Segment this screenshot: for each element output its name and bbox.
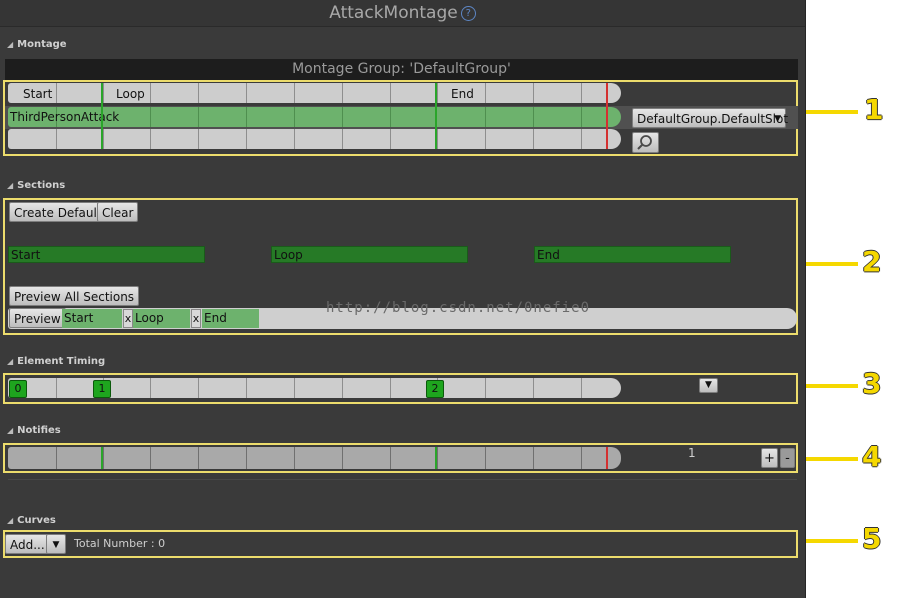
notifies-track[interactable] bbox=[8, 447, 621, 469]
callout-number-1: 1 bbox=[864, 93, 884, 126]
montage-section-header[interactable]: ◢ Montage bbox=[7, 39, 67, 50]
collapse-triangle-icon: ◢ bbox=[7, 181, 14, 190]
search-icon bbox=[637, 135, 652, 150]
track-label-loop: Loop bbox=[116, 87, 145, 101]
window-title: AttackMontage bbox=[329, 3, 458, 23]
chain-remove-button[interactable]: x bbox=[123, 309, 133, 328]
sections-section-header[interactable]: ◢ Sections bbox=[7, 180, 65, 191]
callout-number-2: 2 bbox=[862, 245, 882, 278]
chain-item-start[interactable]: Start bbox=[62, 309, 122, 328]
section-marker-line bbox=[435, 83, 437, 149]
preview-button[interactable]: Preview bbox=[9, 308, 66, 328]
slot-dropdown-label: DefaultGroup.DefaultSlot bbox=[637, 112, 789, 126]
add-curve-button[interactable]: Add... bbox=[5, 534, 50, 554]
callout-line bbox=[806, 262, 858, 266]
montage-group-title: Montage Group: 'DefaultGroup' bbox=[5, 59, 798, 80]
track-label-start: Start bbox=[23, 87, 53, 101]
notifies-section-header[interactable]: ◢ Notifies bbox=[7, 425, 61, 436]
callout-line bbox=[806, 384, 858, 388]
divider bbox=[8, 479, 797, 480]
slot-dropdown[interactable]: DefaultGroup.DefaultSlot ▼ bbox=[632, 108, 789, 128]
collapse-triangle-icon: ◢ bbox=[7, 40, 14, 49]
curve-total-count: Total Number : 0 bbox=[74, 537, 166, 550]
editor-panel: AttackMontage? ◢ Montage Montage Group: '… bbox=[0, 0, 806, 598]
montage-empty-track[interactable] bbox=[8, 129, 621, 149]
section-marker-line bbox=[101, 447, 103, 469]
callout-number-3: 3 bbox=[862, 367, 882, 400]
collapse-triangle-icon: ◢ bbox=[7, 357, 14, 366]
playhead-line bbox=[606, 447, 608, 469]
create-default-button[interactable]: Create Default bbox=[9, 202, 107, 222]
timing-marker[interactable]: 2 bbox=[426, 380, 444, 398]
curves-section-label: Curves bbox=[17, 515, 56, 526]
element-timing-section-header[interactable]: ◢ Element Timing bbox=[7, 356, 105, 367]
search-button[interactable] bbox=[632, 132, 659, 153]
callout-line bbox=[806, 110, 858, 114]
callout-line bbox=[806, 539, 858, 543]
collapse-triangle-icon: ◢ bbox=[7, 516, 14, 525]
notify-track-count: 1 bbox=[688, 446, 696, 460]
montage-section-label: Montage bbox=[17, 39, 67, 50]
watermark: http://blog.csdn.net/0nefie0 bbox=[326, 300, 591, 316]
callout-number-4: 4 bbox=[862, 440, 882, 473]
curves-section-header[interactable]: ◢ Curves bbox=[7, 515, 56, 526]
notifies-section-label: Notifies bbox=[17, 425, 61, 436]
montage-section-track[interactable]: Start Loop End bbox=[8, 83, 621, 103]
chain-remove-button[interactable]: x bbox=[191, 309, 201, 328]
add-curve-dropdown[interactable]: ▼ bbox=[46, 534, 66, 554]
callout-number-5: 5 bbox=[862, 522, 882, 555]
sections-section-label: Sections bbox=[17, 180, 66, 191]
section-marker-line bbox=[101, 83, 103, 149]
section-marker-line bbox=[435, 447, 437, 469]
slot-animation-track[interactable]: ThirdPersonAttack bbox=[8, 107, 621, 127]
element-timing-section-label: Element Timing bbox=[17, 356, 106, 367]
preview-all-sections-button[interactable]: Preview All Sections bbox=[9, 286, 140, 306]
chevron-down-icon: ▼ bbox=[52, 540, 60, 550]
section-bar-end[interactable]: End bbox=[534, 246, 731, 263]
chevron-down-icon: ▼ bbox=[774, 114, 781, 124]
timing-marker[interactable]: 1 bbox=[93, 380, 111, 398]
callout-line bbox=[806, 457, 858, 461]
playhead-line bbox=[606, 83, 608, 149]
chain-item-end[interactable]: End bbox=[202, 309, 259, 328]
section-bar-start[interactable]: Start bbox=[8, 246, 205, 263]
help-icon[interactable]: ? bbox=[460, 6, 476, 21]
timing-marker[interactable]: 0 bbox=[9, 380, 27, 398]
collapse-triangle-icon: ◢ bbox=[7, 426, 14, 435]
remove-notify-track-button[interactable]: - bbox=[780, 448, 795, 468]
section-bar-loop[interactable]: Loop bbox=[271, 246, 468, 263]
add-notify-track-button[interactable]: + bbox=[761, 448, 778, 468]
title-bar: AttackMontage? bbox=[0, 0, 805, 27]
chevron-down-icon[interactable]: ▼ bbox=[699, 378, 718, 393]
clear-button[interactable]: Clear bbox=[97, 202, 139, 222]
chain-item-loop[interactable]: Loop bbox=[133, 309, 190, 328]
track-label-end: End bbox=[451, 87, 474, 101]
